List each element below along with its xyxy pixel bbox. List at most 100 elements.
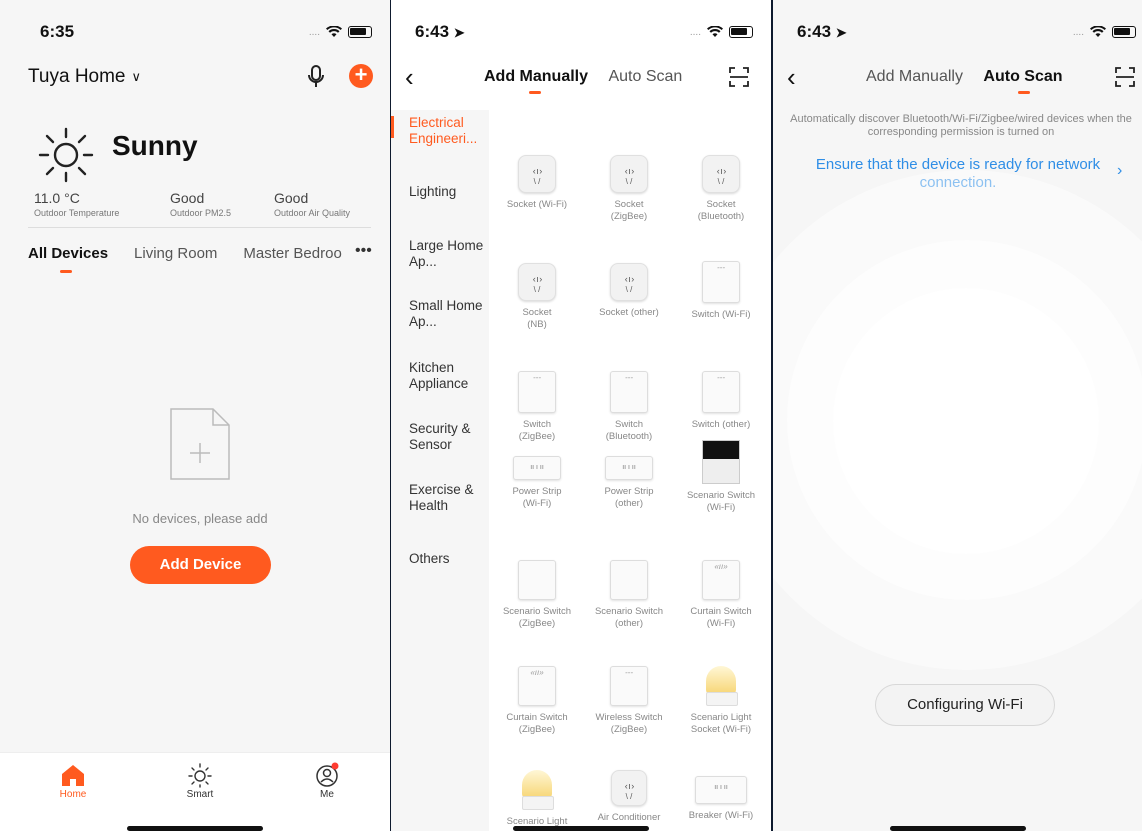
status-icons: .... xyxy=(690,26,753,38)
breaker-icon: ıı ı ıı xyxy=(695,776,747,804)
category-electrical[interactable]: Electrical Engineeri... xyxy=(409,115,487,147)
device-switch-wifi[interactable]: --- Switch (Wi-Fi) xyxy=(675,261,767,321)
empty-document-icon xyxy=(170,408,230,480)
category-kitchen[interactable]: Kitchen Appliance xyxy=(409,360,487,392)
tab-add-manually[interactable]: Add Manually xyxy=(484,68,588,85)
switch-icon: --- xyxy=(518,371,556,413)
device-scenario-switch-zigbee[interactable]: Scenario Switch (ZigBee) xyxy=(491,560,583,630)
signal-icon: .... xyxy=(1072,26,1084,38)
device-scenario-switch-other[interactable]: Scenario Switch (other) xyxy=(583,560,675,630)
switch-icon: --- xyxy=(702,261,740,303)
chevron-right-icon: › xyxy=(1117,162,1123,179)
smart-sun-icon xyxy=(188,763,212,788)
tab-master-bedroom[interactable]: Master Bedroo xyxy=(243,245,348,262)
chevron-down-icon: ∨ xyxy=(131,69,142,84)
add-button[interactable]: + xyxy=(349,64,373,88)
device-breaker-wifi[interactable]: ıı ı ıı Breaker (Wi-Fi) xyxy=(675,776,767,822)
category-security[interactable]: Security & Sensor xyxy=(409,421,487,453)
power-strip-icon: ıı ı ıı xyxy=(513,456,561,480)
device-scenario-light-socket[interactable]: Scenario Light Socket (Wi-Fi) xyxy=(675,666,767,736)
switch-icon: --- xyxy=(610,666,648,706)
switch-icon xyxy=(518,560,556,600)
device-curtain-switch-zigbee[interactable]: «ıı» Curtain Switch (ZigBee) xyxy=(491,666,583,736)
home-indicator xyxy=(127,826,263,831)
battery-icon xyxy=(348,26,372,38)
back-chevron-icon[interactable]: ‹ xyxy=(405,62,414,93)
mic-icon[interactable] xyxy=(306,64,326,90)
tab-add-manually[interactable]: Add Manually xyxy=(866,68,963,85)
device-curtain-switch-wifi[interactable]: «ıı» Curtain Switch (Wi-Fi) xyxy=(675,560,767,630)
socket-icon xyxy=(610,263,648,301)
weather-label: Sunny xyxy=(112,130,198,161)
home-title: Tuya Home xyxy=(28,66,126,87)
location-arrow-icon: ➤ xyxy=(453,25,465,40)
tab-smart[interactable]: Smart xyxy=(160,761,240,800)
lamp-icon xyxy=(704,666,738,706)
socket-icon xyxy=(611,770,647,806)
tab-auto-scan[interactable]: Auto Scan xyxy=(608,68,682,85)
category-exercise[interactable]: Exercise & Health xyxy=(409,482,487,514)
power-strip-icon: ıı ı ıı xyxy=(605,456,653,480)
device-switch-zigbee[interactable]: --- Switch (ZigBee) xyxy=(491,371,583,443)
home-selector[interactable]: Tuya Home ∨ xyxy=(28,66,141,88)
stat-air-quality: Good Outdoor Air Quality xyxy=(274,190,351,218)
home-icon xyxy=(62,765,84,786)
curtain-switch-icon: «ıı» xyxy=(702,560,740,600)
socket-icon xyxy=(518,155,556,193)
tab-indicator xyxy=(60,270,72,273)
bottom-tab-bar: Home Smart Me xyxy=(0,752,390,831)
device-wireless-switch-zigbee[interactable]: --- Wireless Switch (ZigBee) xyxy=(583,666,675,736)
location-arrow-icon: ➤ xyxy=(835,25,847,40)
configuring-wifi-button[interactable]: Configuring Wi-Fi xyxy=(875,684,1055,726)
device-switch-other[interactable]: --- Switch (other) xyxy=(675,371,767,431)
device-socket-nb[interactable]: Socket (NB) xyxy=(491,263,583,331)
wifi-icon xyxy=(707,26,723,37)
status-icons: .... xyxy=(309,26,372,38)
status-time: 6:43 ➤ xyxy=(415,22,465,41)
tab-me[interactable]: Me xyxy=(287,761,367,800)
socket-icon xyxy=(518,263,556,301)
status-time: 6:43 ➤ xyxy=(797,22,847,41)
back-chevron-icon[interactable]: ‹ xyxy=(787,62,796,93)
lamp-icon xyxy=(520,770,554,810)
switch-icon xyxy=(610,560,648,600)
device-switch-bluetooth[interactable]: --- Switch (Bluetooth) xyxy=(583,371,675,443)
home-screen: 6:35 .... Tuya Home ∨ + Sunny 11.0 °C Out… xyxy=(0,0,390,831)
sun-icon xyxy=(38,127,94,183)
add-manually-screen: 6:43 ➤ .... ‹ Add Manually Auto Scan Ele… xyxy=(391,0,771,831)
category-large-home[interactable]: Large Home Ap... xyxy=(409,238,487,270)
tab-home[interactable]: Home xyxy=(33,761,113,800)
add-device-button[interactable]: Add Device xyxy=(130,546,271,584)
auto-scan-description: Automatically discover Bluetooth/Wi-Fi/Z… xyxy=(790,113,1132,138)
device-power-strip-wifi[interactable]: ıı ı ıı Power Strip (Wi-Fi) xyxy=(491,456,583,510)
category-small-home[interactable]: Small Home Ap... xyxy=(409,298,487,330)
stat-pm25: Good Outdoor PM2.5 xyxy=(170,190,232,218)
tab-auto-scan[interactable]: Auto Scan xyxy=(983,68,1062,85)
device-air-conditioner[interactable]: Air Conditioner xyxy=(583,770,675,824)
socket-icon xyxy=(610,155,648,193)
scan-icon[interactable] xyxy=(1114,66,1136,88)
home-indicator xyxy=(889,826,1026,831)
tab-all-devices[interactable]: All Devices xyxy=(28,245,108,262)
category-lighting[interactable]: Lighting xyxy=(409,184,487,200)
tab-living-room[interactable]: Living Room xyxy=(134,245,217,262)
more-icon[interactable]: ••• xyxy=(355,242,372,260)
signal-icon: .... xyxy=(308,26,320,38)
category-others[interactable]: Others xyxy=(409,551,487,567)
nav-tabs: Add Manually Auto Scan xyxy=(866,68,1063,86)
device-socket-other[interactable]: Socket (other) xyxy=(583,263,675,319)
home-indicator xyxy=(513,826,649,831)
device-socket-zigbee[interactable]: Socket (ZigBee) xyxy=(583,155,675,223)
scan-ripple-inner xyxy=(909,364,1021,476)
wifi-icon xyxy=(1090,26,1106,37)
status-time: 6:35 xyxy=(40,22,75,41)
status-icons: .... xyxy=(1073,26,1136,38)
device-power-strip-other[interactable]: ıı ı ıı Power Strip (other) xyxy=(583,456,675,510)
scan-icon[interactable] xyxy=(728,66,750,88)
category-active-bar xyxy=(391,116,394,138)
device-scenario-switch-wifi[interactable]: Scenario Switch (Wi-Fi) xyxy=(675,440,767,514)
device-scenario-light[interactable]: Scenario Light xyxy=(491,770,583,828)
device-socket-bluetooth[interactable]: Socket (Bluetooth) xyxy=(675,155,767,223)
device-socket-wifi[interactable]: Socket (Wi-Fi) xyxy=(491,155,583,211)
scenario-switch-icon xyxy=(702,440,740,484)
